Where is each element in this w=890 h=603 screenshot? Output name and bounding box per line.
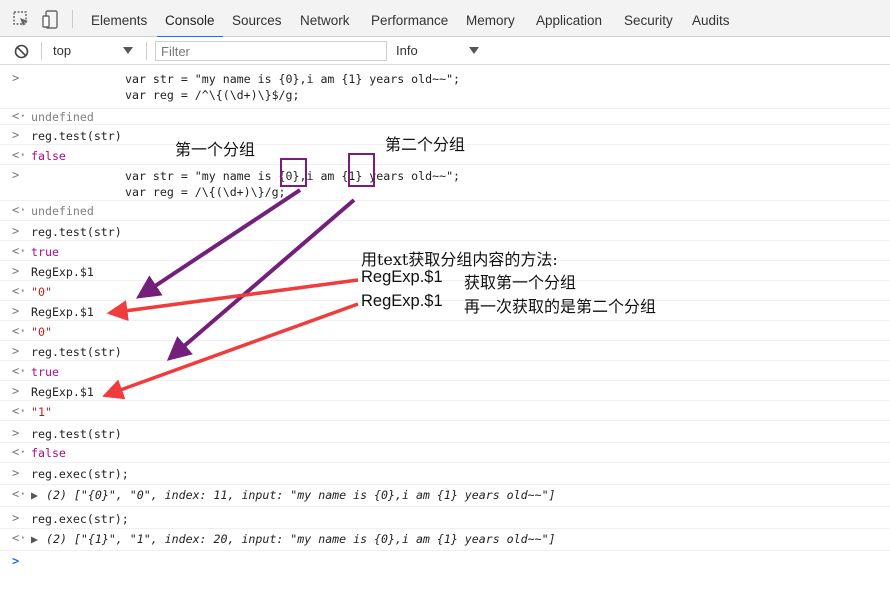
tab-audits[interactable]: Audits xyxy=(692,0,730,37)
console-input-row: > reg.exec(str); xyxy=(0,507,890,529)
console-result-row: <· ▶ (2) ["{0}", "0", index: 11, input: … xyxy=(0,485,890,507)
console-input-row: > reg.test(str) xyxy=(0,221,890,241)
result-value: false xyxy=(31,446,66,460)
tab-console[interactable]: Console xyxy=(157,0,222,38)
console-input-row: > reg.test(str) xyxy=(0,421,890,443)
result-value: true xyxy=(31,245,59,259)
console-result-row: <· ▶ (2) ["{1}", "1", index: 20, input: … xyxy=(0,529,890,551)
prompt-chevron-icon: > xyxy=(12,304,20,318)
tab-sources[interactable]: Sources xyxy=(232,0,282,37)
console-result-row: <· "0" xyxy=(0,281,890,301)
inspect-element-icon[interactable] xyxy=(13,11,30,28)
console-input-row: > reg.exec(str); xyxy=(0,463,890,485)
console-result-row: <· "0" xyxy=(0,321,890,341)
highlight-box-group1 xyxy=(280,158,307,187)
annotation-line1-code: RegExp.$1 xyxy=(361,268,443,286)
code-line: RegExp.$1 xyxy=(31,305,94,319)
tabbar-separator xyxy=(72,10,73,28)
console-input-row: > var str = "my name is {0},i am {1} yea… xyxy=(0,65,890,109)
prompt-chevron-icon: > xyxy=(12,168,20,182)
tab-performance[interactable]: Performance xyxy=(371,0,448,37)
code-line: var reg = /^\{(\d+)\}$/g; xyxy=(125,88,300,102)
result-value: undefined xyxy=(31,110,94,124)
console-result-row: <· false xyxy=(0,443,890,463)
prompt-chevron-icon: > xyxy=(12,511,20,525)
result-value: false xyxy=(31,149,66,163)
context-selector[interactable]: top xyxy=(53,37,71,65)
code-line: reg.test(str) xyxy=(31,129,122,143)
code-line: reg.exec(str); xyxy=(31,467,129,481)
prompt-chevron-icon: > xyxy=(12,554,20,568)
highlight-box-group2 xyxy=(348,153,375,187)
chevron-down-icon[interactable] xyxy=(469,47,479,54)
console-prompt-row[interactable]: > xyxy=(0,551,890,573)
clear-console-icon[interactable] xyxy=(14,44,29,59)
annotation-line1-text: 获取第一个分组 xyxy=(464,273,577,292)
filter-input[interactable] xyxy=(155,41,387,61)
result-array[interactable]: (2) ["{1}", "1", index: 20, input: "my n… xyxy=(46,532,556,546)
console-input-row: > RegExp.$1 xyxy=(0,301,890,321)
prompt-chevron-icon: > xyxy=(12,384,20,398)
device-toolbar-icon[interactable] xyxy=(42,10,60,29)
result-value: "0" xyxy=(31,285,52,299)
result-array[interactable]: (2) ["{0}", "0", index: 11, input: "my n… xyxy=(46,488,556,502)
code-line: reg.test(str) xyxy=(31,427,122,441)
tab-memory[interactable]: Memory xyxy=(466,0,515,37)
chevron-down-icon[interactable] xyxy=(123,47,133,54)
result-arrow-icon: <· xyxy=(12,531,27,545)
result-value: "1" xyxy=(31,405,52,419)
result-arrow-icon: <· xyxy=(12,404,27,418)
console-input-row: > var str = "my name is {0},i am {1} yea… xyxy=(0,165,890,201)
annotation-line2-code: RegExp.$1 xyxy=(361,292,443,310)
console-input-row: > RegExp.$1 xyxy=(0,381,890,401)
tab-network[interactable]: Network xyxy=(300,0,350,37)
prompt-chevron-icon: > xyxy=(12,344,20,358)
annotation-group1: 第一个分组 xyxy=(175,140,256,159)
prompt-chevron-icon: > xyxy=(12,426,20,440)
result-value: "0" xyxy=(31,325,52,339)
result-arrow-icon: <· xyxy=(12,487,27,501)
result-value: undefined xyxy=(31,204,94,218)
result-value: true xyxy=(31,365,59,379)
filterbar-separator xyxy=(146,42,147,60)
code-line: var reg = /\{(\d+)\}/g; xyxy=(125,185,286,199)
tab-elements[interactable]: Elements xyxy=(91,0,147,37)
expand-triangle-icon[interactable]: ▶ xyxy=(31,488,38,502)
code-line: RegExp.$1 xyxy=(31,385,94,399)
result-arrow-icon: <· xyxy=(12,203,27,217)
code-line: reg.test(str) xyxy=(31,225,122,239)
result-arrow-icon: <· xyxy=(12,364,27,378)
console-result-row: <· "1" xyxy=(0,401,890,421)
annotation-method-title: 用text获取分组内容的方法: xyxy=(361,250,558,269)
prompt-chevron-icon: > xyxy=(12,466,20,480)
result-arrow-icon: <· xyxy=(12,284,27,298)
prompt-chevron-icon: > xyxy=(12,128,20,142)
prompt-chevron-icon: > xyxy=(12,71,20,85)
result-arrow-icon: <· xyxy=(12,109,27,123)
prompt-chevron-icon: > xyxy=(12,224,20,238)
filterbar-separator xyxy=(41,42,42,60)
result-arrow-icon: <· xyxy=(12,148,27,162)
code-line: var str = "my name is {0},i am {1} years… xyxy=(125,72,461,86)
prompt-chevron-icon: > xyxy=(12,264,20,278)
code-line: reg.exec(str); xyxy=(31,512,129,526)
console-result-row: <· undefined xyxy=(0,201,890,221)
tab-application[interactable]: Application xyxy=(536,0,602,37)
annotation-group2: 第二个分组 xyxy=(385,135,466,154)
result-arrow-icon: <· xyxy=(12,445,27,459)
result-arrow-icon: <· xyxy=(12,244,27,258)
console-result-row: <· true xyxy=(0,361,890,381)
console-result-row: <· undefined xyxy=(0,109,890,125)
code-line: reg.test(str) xyxy=(31,345,122,359)
console-input-row: > reg.test(str) xyxy=(0,341,890,361)
tab-security[interactable]: Security xyxy=(624,0,673,37)
result-arrow-icon: <· xyxy=(12,324,27,338)
expand-triangle-icon[interactable]: ▶ xyxy=(31,532,38,546)
devtools-tabbar: Elements Console Sources Network Perform… xyxy=(0,0,890,38)
annotation-line2-text: 再一次获取的是第二个分组 xyxy=(464,297,657,316)
console-filterbar: top Info xyxy=(0,37,890,65)
code-line: RegExp.$1 xyxy=(31,265,94,279)
log-level-selector[interactable]: Info xyxy=(396,37,418,65)
